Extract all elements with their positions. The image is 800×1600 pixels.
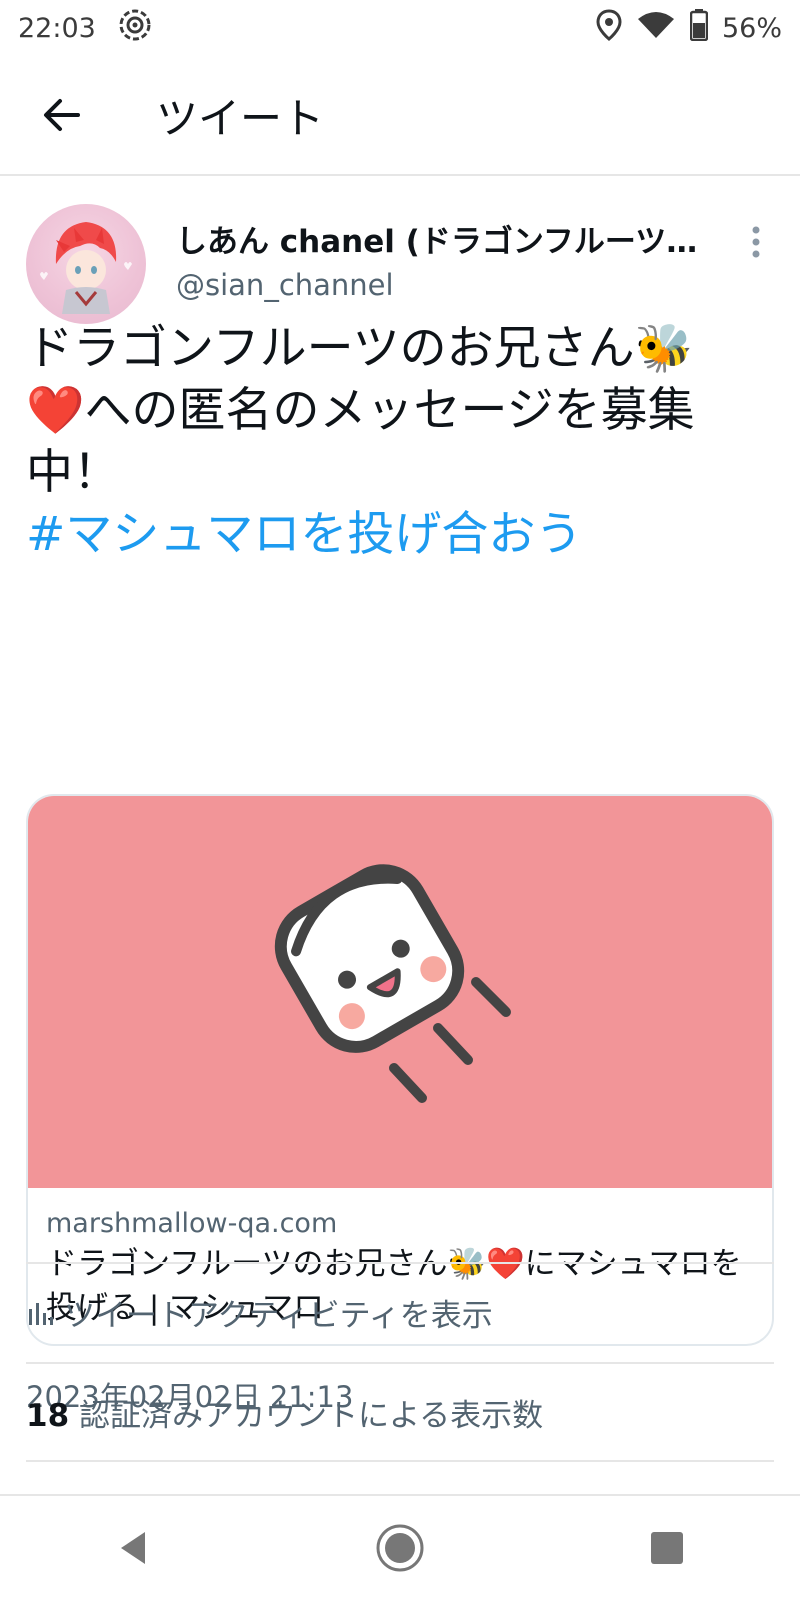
arrow-left-icon bbox=[44, 99, 80, 131]
more-options-button[interactable] bbox=[744, 222, 768, 262]
page-title: ツイート bbox=[156, 93, 325, 143]
tweet: しあん chanel (ドラゴンフルーツ… @sian_channel ドラゴン… bbox=[0, 176, 800, 1414]
tweet-text-line: ドラゴンフルーツのお兄さん🐝 bbox=[26, 321, 694, 376]
location-icon bbox=[596, 8, 622, 48]
nav-home-icon bbox=[376, 1524, 424, 1572]
views-count: 18 bbox=[26, 1398, 70, 1434]
app-bar: ツイート bbox=[0, 56, 800, 176]
nav-back-icon bbox=[121, 1532, 146, 1564]
avatar-character-image bbox=[40, 222, 132, 314]
battery-percent: 56% bbox=[721, 12, 782, 44]
tweet-activity-label: ツイートアクティビティを表示 bbox=[64, 1298, 493, 1334]
system-nav-bar bbox=[0, 1494, 800, 1600]
tweet-text-line: 中！ bbox=[26, 445, 120, 500]
divider bbox=[26, 1262, 774, 1264]
avatar[interactable] bbox=[26, 204, 146, 324]
nav-recents-icon bbox=[650, 1532, 683, 1564]
tweet-text-line: ❤️への匿名のメッセージを募集 bbox=[26, 383, 695, 438]
divider bbox=[26, 1460, 774, 1462]
hotspot-icon bbox=[118, 8, 152, 49]
tweet-text: ドラゴンフルーツのお兄さん🐝 ❤️への匿名のメッセージを募集 中！ #マシュマロ… bbox=[26, 318, 776, 566]
nav-home-button[interactable] bbox=[365, 1513, 435, 1583]
battery-icon bbox=[689, 8, 709, 48]
card-image bbox=[28, 796, 772, 1188]
nav-recents-button[interactable] bbox=[632, 1513, 702, 1583]
tweet-activity-link[interactable]: ツイートアクティビティを表示 bbox=[26, 1290, 493, 1335]
views-label: 認証済みアカウントによる表示数 bbox=[69, 1398, 544, 1434]
hashtag-link[interactable]: #マシュマロを投げ合おう bbox=[26, 504, 776, 566]
wifi-icon bbox=[636, 10, 676, 47]
divider bbox=[26, 1362, 774, 1364]
user-handle[interactable]: @sian_channel bbox=[176, 268, 394, 302]
display-name[interactable]: しあん chanel (ドラゴンフルーツ… bbox=[176, 216, 706, 261]
more-vertical-icon bbox=[752, 226, 760, 258]
status-bar: 22:03 56% bbox=[0, 0, 800, 56]
bar-chart-icon bbox=[29, 1302, 53, 1325]
back-button[interactable] bbox=[30, 83, 94, 147]
views-row: 18 認証済みアカウントによる表示数 bbox=[26, 1390, 543, 1435]
nav-back-button[interactable] bbox=[98, 1513, 168, 1583]
author-row: しあん chanel (ドラゴンフルーツ… @sian_channel bbox=[0, 176, 800, 324]
status-time: 22:03 bbox=[18, 12, 96, 44]
marshmallow-mascot-image bbox=[274, 864, 511, 1103]
card-domain: marshmallow-qa.com bbox=[46, 1208, 338, 1239]
